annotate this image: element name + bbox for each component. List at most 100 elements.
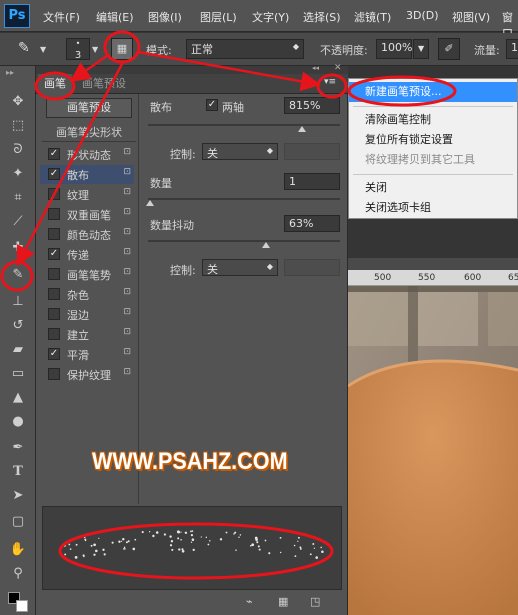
menu-select[interactable]: 选择(S) [303, 9, 341, 25]
brush-tip-shape-header[interactable]: 画笔笔尖形状 [42, 124, 136, 142]
marquee-tool-icon[interactable]: ⬚ [8, 116, 28, 136]
control2-select[interactable]: 关 ◆ [202, 259, 278, 276]
background-color-swatch[interactable] [16, 600, 28, 612]
scatter-slider-thumb[interactable] [298, 126, 306, 132]
toggle-live-tip-icon[interactable]: ⌁ [246, 595, 253, 608]
healing-brush-tool-icon[interactable]: ✚ [8, 238, 28, 258]
eraser-tool-icon[interactable]: ▰ [8, 340, 28, 360]
menu-view[interactable]: 视图(V) [452, 9, 490, 25]
brush-setting-item[interactable]: 颜色动态 ⊡ [40, 225, 134, 244]
tab-brush-presets[interactable]: 画笔预设 [76, 74, 132, 94]
brush-tool-icon[interactable]: ✎ [18, 40, 30, 56]
history-brush-tool-icon[interactable]: ↺ [8, 316, 28, 336]
magic-wand-tool-icon[interactable]: ✦ [8, 164, 28, 184]
panel-close-icon[interactable]: ✕ [334, 63, 342, 73]
gradient-tool-icon[interactable]: ▭ [8, 364, 28, 384]
menu-item-close[interactable]: 关闭 [349, 178, 517, 198]
path-selection-tool-icon[interactable]: ➤ [8, 486, 28, 506]
lock-icon[interactable]: ⊡ [123, 207, 131, 217]
brush-setting-checkbox[interactable] [48, 328, 60, 340]
menu-item-clear-brush-controls[interactable]: 清除画笔控制 [349, 110, 517, 130]
stamp-tool-icon[interactable]: ⊥ [8, 292, 28, 312]
brush-setting-checkbox[interactable] [48, 208, 60, 220]
brush-setting-item[interactable]: 纹理 ⊡ [40, 185, 134, 204]
brush-setting-checkbox[interactable]: ✓ [48, 248, 60, 260]
document-canvas[interactable] [348, 286, 518, 615]
pressure-opacity-button[interactable]: ✐ [438, 38, 460, 60]
lock-icon[interactable]: ⊡ [123, 267, 131, 277]
brush-setting-checkbox[interactable]: ✓ [48, 168, 60, 180]
brush-tool-icon[interactable]: ✎ [8, 265, 28, 285]
lock-icon[interactable]: ⊡ [123, 227, 131, 237]
lock-icon[interactable]: ⊡ [123, 307, 131, 317]
brush-setting-checkbox[interactable] [48, 188, 60, 200]
type-tool-icon[interactable]: T [8, 462, 28, 482]
count-slider-thumb[interactable] [146, 200, 154, 206]
scatter-slider[interactable] [148, 124, 340, 126]
brush-setting-item[interactable]: 双重画笔 ⊡ [40, 205, 134, 224]
panel-menu-button[interactable]: ▾≡ [320, 77, 340, 91]
brush-setting-item[interactable]: 杂色 ⊡ [40, 285, 134, 304]
count-jitter-slider-thumb[interactable] [262, 242, 270, 248]
eyedropper-tool-icon[interactable]: ⟋ [8, 212, 28, 232]
scatter-field[interactable]: 815% [284, 97, 340, 114]
lock-icon[interactable]: ⊡ [123, 247, 131, 257]
brush-setting-item[interactable]: 画笔笔势 ⊡ [40, 265, 134, 284]
count-jitter-slider[interactable] [148, 240, 340, 242]
brush-size-arrow-icon[interactable]: ▼ [92, 45, 98, 54]
pen-tool-icon[interactable]: ✒ [8, 438, 28, 458]
brush-size-picker[interactable]: • 3 [66, 38, 90, 61]
lock-icon[interactable]: ⊡ [123, 327, 131, 337]
menu-item-close-tab-group[interactable]: 关闭选项卡组 [349, 198, 517, 218]
brush-setting-checkbox[interactable]: ✓ [48, 348, 60, 360]
blur-tool-icon[interactable]: ▲ [8, 388, 28, 408]
control-select[interactable]: 关 ◆ [202, 143, 278, 160]
count-field[interactable]: 1 [284, 173, 340, 190]
lock-icon[interactable]: ⊡ [123, 287, 131, 297]
new-preset-icon[interactable]: ◳ [310, 595, 320, 608]
brush-panel-toggle-button[interactable]: ▦ [111, 38, 133, 60]
menu-image[interactable]: 图像(I) [148, 9, 182, 25]
brush-setting-item[interactable]: ✓ 传递 ⊡ [40, 245, 134, 264]
menu-item-new-brush-preset[interactable]: 新建画笔预设... [349, 82, 517, 102]
dodge-tool-icon[interactable]: ● [8, 412, 28, 432]
menu-layer[interactable]: 图层(L) [200, 9, 237, 25]
lock-icon[interactable]: ⊡ [123, 367, 131, 377]
brush-setting-item[interactable]: 湿边 ⊡ [40, 305, 134, 324]
count-jitter-field[interactable]: 63% [284, 215, 340, 232]
menu-type[interactable]: 文字(Y) [252, 9, 289, 25]
brush-setting-checkbox[interactable]: ✓ [48, 148, 60, 160]
opacity-field[interactable]: 100% [376, 39, 412, 59]
move-tool-icon[interactable]: ✥ [8, 92, 28, 112]
lock-icon[interactable]: ⊡ [123, 167, 131, 177]
brush-setting-item[interactable]: ✓ 形状动态 ⊡ [40, 145, 134, 164]
zoom-tool-icon[interactable]: ⚲ [8, 564, 28, 584]
lasso-tool-icon[interactable]: ᘐ [8, 140, 28, 160]
brush-setting-item[interactable]: ✓ 平滑 ⊡ [40, 345, 134, 364]
menu-edit[interactable]: 编辑(E) [96, 9, 134, 25]
collapse-arrows-icon[interactable]: ▸▸ [6, 68, 14, 77]
brush-setting-checkbox[interactable] [48, 268, 60, 280]
panel-collapse-icon[interactable]: ◂◂ [312, 64, 319, 72]
menu-3d[interactable]: 3D(D) [406, 9, 439, 22]
brush-presets-button[interactable]: 画笔预设 [46, 98, 132, 118]
brush-setting-checkbox[interactable] [48, 288, 60, 300]
tab-brush[interactable]: 画笔 [38, 74, 72, 94]
menu-item-reset-locked-settings[interactable]: 复位所有锁定设置 [349, 130, 517, 150]
both-axes-checkbox[interactable]: ✓ [206, 99, 218, 111]
count-slider[interactable] [148, 198, 340, 200]
brush-setting-checkbox[interactable] [48, 308, 60, 320]
brush-setting-item[interactable]: 保护纹理 ⊡ [40, 365, 134, 384]
lock-icon[interactable]: ⊡ [123, 187, 131, 197]
grid-icon[interactable]: ▦ [278, 595, 288, 608]
brush-setting-checkbox[interactable] [48, 368, 60, 380]
brush-setting-item[interactable]: 建立 ⊡ [40, 325, 134, 344]
opacity-arrow-icon[interactable]: ▼ [413, 39, 430, 59]
brush-setting-item[interactable]: ✓ 散布 ⊡ [40, 165, 134, 184]
lock-icon[interactable]: ⊡ [123, 347, 131, 357]
menu-filter[interactable]: 滤镜(T) [354, 9, 391, 25]
crop-tool-icon[interactable]: ⌗ [8, 188, 28, 208]
shape-tool-icon[interactable]: ▢ [8, 512, 28, 532]
mode-select[interactable]: 正常 ◆ [186, 39, 304, 59]
menu-file[interactable]: 文件(F) [43, 9, 80, 25]
